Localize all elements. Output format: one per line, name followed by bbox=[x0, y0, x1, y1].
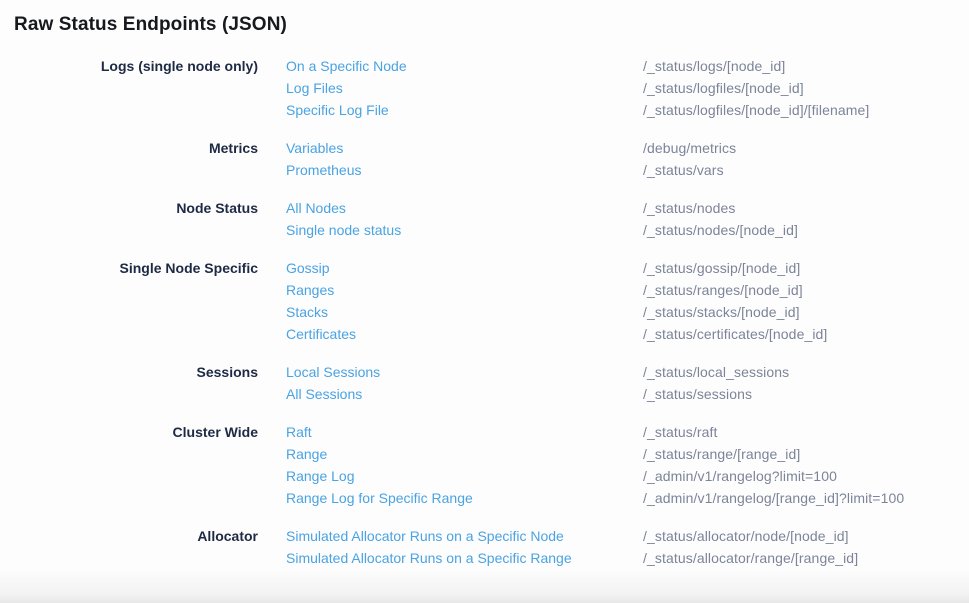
section-category-label: Allocator bbox=[0, 525, 258, 547]
section-links: RaftRangeRange LogRange Log for Specific… bbox=[286, 421, 615, 509]
endpoint-path: /_status/certificates/[node_id] bbox=[643, 323, 969, 345]
endpoint-link[interactable]: Range Log for Specific Range bbox=[286, 487, 473, 509]
endpoint-section: Cluster Wide RaftRangeRange LogRange Log … bbox=[0, 421, 969, 509]
endpoint-path: /_status/raft bbox=[643, 421, 969, 443]
endpoint-path: /_status/logfiles/[node_id] bbox=[643, 77, 969, 99]
page-title: Raw Status Endpoints (JSON) bbox=[14, 13, 287, 36]
section-paths: /_status/logs/[node_id]/_status/logfiles… bbox=[643, 55, 969, 121]
endpoint-section: Logs (single node only) On a Specific Nod… bbox=[0, 55, 969, 121]
endpoint-path: /_status/nodes bbox=[643, 197, 969, 219]
endpoint-link[interactable]: Raft bbox=[286, 421, 312, 443]
endpoint-link[interactable]: Gossip bbox=[286, 257, 330, 279]
section-paths: /_status/local_sessions/_status/sessions bbox=[643, 361, 969, 405]
section-links: VariablesPrometheus bbox=[286, 137, 615, 181]
endpoints-table: Logs (single node only) On a Specific Nod… bbox=[0, 55, 969, 569]
endpoint-path: /_status/allocator/range/[range_id] bbox=[643, 547, 969, 569]
endpoint-path: /_admin/v1/rangelog?limit=100 bbox=[643, 465, 969, 487]
section-category-label: Node Status bbox=[0, 197, 258, 219]
endpoint-path: /_status/ranges/[node_id] bbox=[643, 279, 969, 301]
bottom-fade-divider bbox=[0, 569, 969, 603]
section-paths: /_status/nodes/_status/nodes/[node_id] bbox=[643, 197, 969, 241]
endpoint-section: Allocator Simulated Allocator Runs on a S… bbox=[0, 525, 969, 569]
debug-endpoints-page: Raw Status Endpoints (JSON) Logs (single… bbox=[0, 0, 969, 603]
endpoint-section: Single Node Specific GossipRangesStacksCe… bbox=[0, 257, 969, 345]
endpoint-link[interactable]: Variables bbox=[286, 137, 343, 159]
section-links: On a Specific NodeLog FilesSpecific Log … bbox=[286, 55, 615, 121]
endpoint-path: /_status/gossip/[node_id] bbox=[643, 257, 969, 279]
endpoint-path: /_status/vars bbox=[643, 159, 969, 181]
endpoint-link[interactable]: Single node status bbox=[286, 219, 401, 241]
endpoint-link[interactable]: Simulated Allocator Runs on a Specific R… bbox=[286, 547, 572, 569]
endpoint-link[interactable]: Stacks bbox=[286, 301, 328, 323]
endpoint-link[interactable]: Ranges bbox=[286, 279, 334, 301]
endpoint-link[interactable]: Simulated Allocator Runs on a Specific N… bbox=[286, 525, 564, 547]
endpoint-path: /_status/stacks/[node_id] bbox=[643, 301, 969, 323]
section-links: GossipRangesStacksCertificates bbox=[286, 257, 615, 345]
endpoint-link[interactable]: All Sessions bbox=[286, 383, 362, 405]
endpoint-link[interactable]: On a Specific Node bbox=[286, 55, 407, 77]
endpoint-path: /_status/range/[range_id] bbox=[643, 443, 969, 465]
section-category-label: Single Node Specific bbox=[0, 257, 258, 279]
section-links: Simulated Allocator Runs on a Specific N… bbox=[286, 525, 615, 569]
section-category-label: Sessions bbox=[0, 361, 258, 383]
endpoint-link[interactable]: Certificates bbox=[286, 323, 356, 345]
endpoint-section: Metrics VariablesPrometheus/debug/metrics… bbox=[0, 137, 969, 181]
endpoint-path: /_status/sessions bbox=[643, 383, 969, 405]
section-category-label: Metrics bbox=[0, 137, 258, 159]
endpoint-section: Node Status All NodesSingle node status /_… bbox=[0, 197, 969, 241]
endpoint-link[interactable]: Specific Log File bbox=[286, 99, 389, 121]
endpoint-path: /_status/logfiles/[node_id]/[filename] bbox=[643, 99, 969, 121]
endpoint-path: /_status/local_sessions bbox=[643, 361, 969, 383]
endpoint-link[interactable]: All Nodes bbox=[286, 197, 346, 219]
endpoint-path: /_status/nodes/[node_id] bbox=[643, 219, 969, 241]
endpoint-path: /_status/logs/[node_id] bbox=[643, 55, 969, 77]
endpoint-section: Sessions Local SessionsAll Sessions /_stat… bbox=[0, 361, 969, 405]
section-category-label: Logs (single node only) bbox=[0, 55, 258, 77]
endpoint-link[interactable]: Local Sessions bbox=[286, 361, 380, 383]
section-links: All NodesSingle node status bbox=[286, 197, 615, 241]
section-paths: /_status/allocator/node/[node_id]/_statu… bbox=[643, 525, 969, 569]
section-paths: /debug/metrics/_status/vars bbox=[643, 137, 969, 181]
endpoint-path: /debug/metrics bbox=[643, 137, 969, 159]
section-category-label: Cluster Wide bbox=[0, 421, 258, 443]
section-links: Local SessionsAll Sessions bbox=[286, 361, 615, 405]
endpoint-link[interactable]: Range bbox=[286, 443, 327, 465]
section-paths: /_status/raft/_status/range/[range_id]/_… bbox=[643, 421, 969, 509]
endpoint-path: /_status/allocator/node/[node_id] bbox=[643, 525, 969, 547]
endpoint-path: /_admin/v1/rangelog/[range_id]?limit=100 bbox=[643, 487, 969, 509]
endpoint-link[interactable]: Prometheus bbox=[286, 159, 361, 181]
endpoint-link[interactable]: Log Files bbox=[286, 77, 343, 99]
endpoint-link[interactable]: Range Log bbox=[286, 465, 355, 487]
section-paths: /_status/gossip/[node_id]/_status/ranges… bbox=[643, 257, 969, 345]
